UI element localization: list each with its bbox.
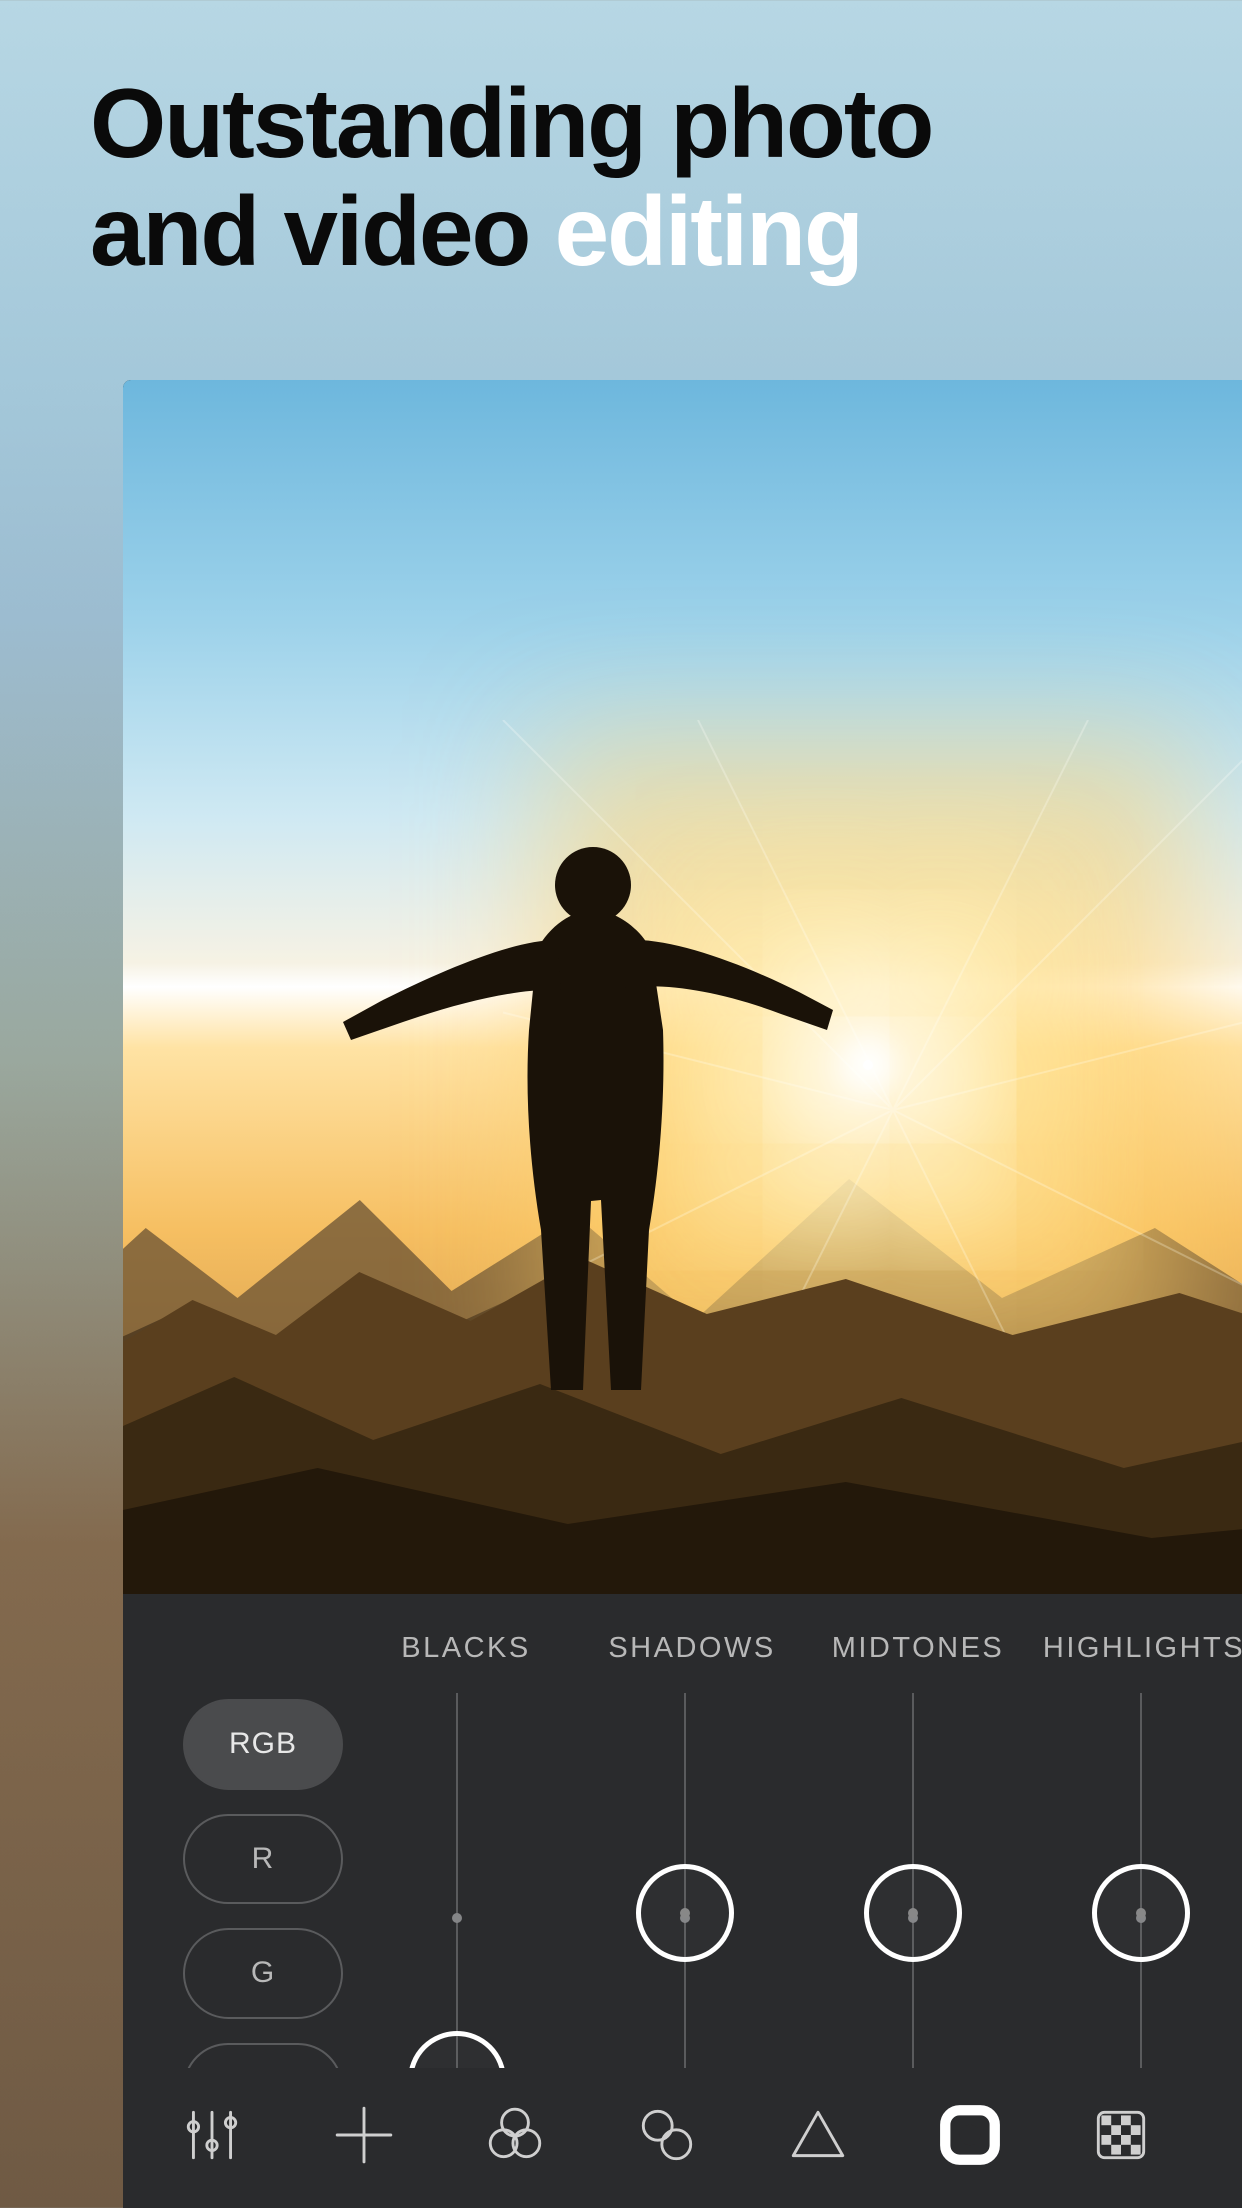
- slider-shadows[interactable]: [571, 1693, 799, 2133]
- photo-preview[interactable]: [123, 380, 1242, 1594]
- slider-label-highlights: HIGHLIGHTS: [1031, 1632, 1242, 1665]
- tool-focus-button[interactable]: [309, 2080, 419, 2190]
- channel-r-label: R: [252, 1842, 275, 1876]
- channel-g-button[interactable]: G: [183, 1928, 343, 2019]
- link-icon: [634, 2102, 700, 2168]
- headline-line2-pre: and video: [90, 176, 555, 286]
- three-circles-icon: [482, 2102, 548, 2168]
- sliders-icon: [179, 2102, 245, 2168]
- channel-g-label: G: [251, 1956, 275, 1990]
- triangle-icon: [785, 2102, 851, 2168]
- slider-thumb-midtones[interactable]: [864, 1864, 962, 1962]
- slider-midtones[interactable]: [799, 1693, 1027, 2133]
- slider-label-blacks: BLACKS: [353, 1632, 579, 1665]
- subject-silhouette: [343, 830, 833, 1390]
- channel-buttons: RGB R G B: [183, 1693, 343, 2133]
- channel-rgb-label: RGB: [229, 1727, 297, 1761]
- channel-r-button[interactable]: R: [183, 1814, 343, 1905]
- channel-rgb-button[interactable]: RGB: [183, 1699, 343, 1790]
- tool-curves-button[interactable]: [612, 2080, 722, 2190]
- tool-grain-button[interactable]: [1066, 2080, 1176, 2190]
- app-window: BLACKS SHADOWS MIDTONES HIGHLIGHTS WHITE…: [123, 380, 1242, 2208]
- slider-label-shadows: SHADOWS: [579, 1632, 805, 1665]
- tool-brush-button[interactable]: [1218, 2080, 1242, 2190]
- slider-thumb-shadows[interactable]: [636, 1864, 734, 1962]
- vignette-icon: [937, 2102, 1003, 2168]
- marketing-headline: Outstanding photo and video editing: [90, 70, 1152, 286]
- tone-controls-panel: BLACKS SHADOWS MIDTONES HIGHLIGHTS WHITE…: [123, 1594, 1242, 2208]
- tool-adjust-button[interactable]: [157, 2080, 267, 2190]
- headline-line1: Outstanding photo: [90, 68, 932, 178]
- slider-highlights[interactable]: [1027, 1693, 1242, 2133]
- slider-thumb-highlights[interactable]: [1092, 1864, 1190, 1962]
- headline-line2-accent: editing: [555, 176, 862, 286]
- tool-vignette-button[interactable]: [915, 2080, 1025, 2190]
- sliders-row: RGB R G B: [123, 1665, 1242, 2133]
- crosshair-icon: [331, 2102, 397, 2168]
- slider-blacks[interactable]: [343, 1693, 571, 2133]
- slider-label-midtones: MIDTONES: [805, 1632, 1031, 1665]
- tool-sharpen-button[interactable]: [763, 2080, 873, 2190]
- tool-color-button[interactable]: [460, 2080, 570, 2190]
- slider-labels-row: BLACKS SHADOWS MIDTONES HIGHLIGHTS WHITE…: [123, 1632, 1242, 1665]
- bottom-toolbar: [123, 2068, 1242, 2208]
- checkerboard-icon: [1088, 2102, 1154, 2168]
